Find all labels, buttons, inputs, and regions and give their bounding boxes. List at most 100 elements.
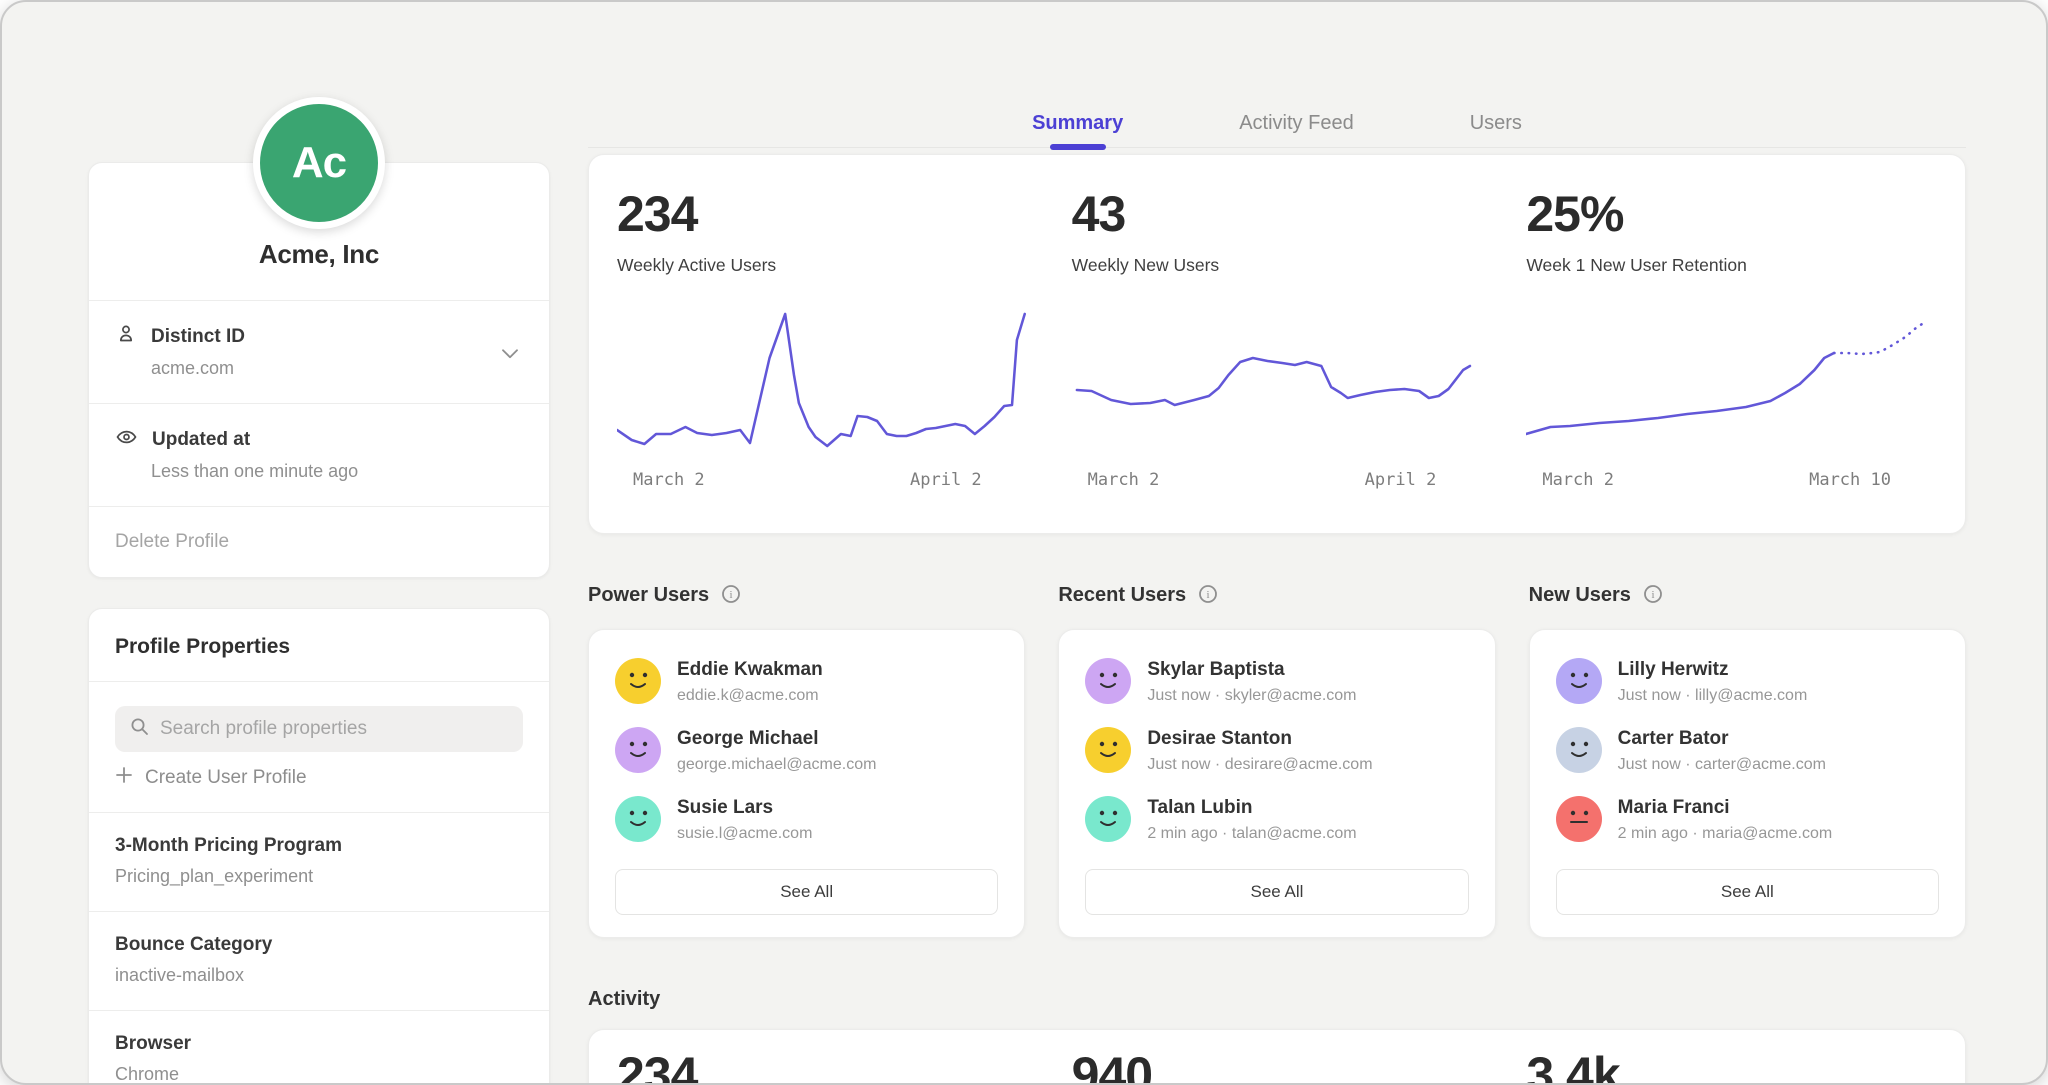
stat-label: Weekly New Users xyxy=(1072,255,1483,276)
new-users-heading: New Users i xyxy=(1529,584,1966,607)
eye-icon xyxy=(115,426,138,453)
property-row: Bounce Category inactive-mailbox xyxy=(89,912,549,1010)
power-users-see-all-button[interactable]: See All xyxy=(615,869,998,915)
x-axis-end: March 10 xyxy=(1809,470,1891,490)
tab-activity-feed[interactable]: Activity Feed xyxy=(1237,112,1355,135)
property-label: Browser xyxy=(115,1033,523,1055)
power-users-info-button[interactable]: i xyxy=(721,584,741,607)
profile-properties-search-input[interactable] xyxy=(160,718,509,740)
distinct-id-expand-button[interactable] xyxy=(495,341,525,368)
avatar xyxy=(615,727,661,773)
recent-users-see-all-button[interactable]: See All xyxy=(1085,869,1468,915)
active-tab-underline xyxy=(1050,144,1106,150)
new-users-info-button[interactable]: i xyxy=(1643,584,1663,607)
stat-label: Week 1 New User Retention xyxy=(1526,255,1937,276)
avatar xyxy=(615,658,661,704)
avatar-face-icon xyxy=(1556,794,1602,845)
tab-summary[interactable]: Summary xyxy=(1030,112,1125,135)
user-name: Susie Lars xyxy=(677,796,812,819)
week1-retention-sparkline xyxy=(1526,300,1937,460)
new-users-title: New Users xyxy=(1529,584,1631,607)
updated-at-row: Updated at Less than one minute ago xyxy=(89,404,549,506)
svg-text:i: i xyxy=(1651,589,1654,601)
user-subtitle: eddie.k@acme.com xyxy=(677,687,823,705)
property-value: Pricing_plan_experiment xyxy=(115,866,523,887)
user-name: Lilly Herwitz xyxy=(1618,658,1808,681)
list-item[interactable]: Talan Lubin 2 min ago · talan@acme.com xyxy=(1085,796,1468,843)
app-window: Ac Acme, Inc Distinct ID acme.com xyxy=(0,0,2048,1085)
activity-stats-card: 234 940 3.4k xyxy=(588,1029,1966,1085)
tab-summary-label: Summary xyxy=(1032,112,1123,134)
list-item[interactable]: Maria Franci 2 min ago · maria@acme.com xyxy=(1556,796,1939,843)
svg-text:i: i xyxy=(730,589,733,601)
recent-users-heading: Recent Users i xyxy=(1058,584,1495,607)
chevron-down-icon xyxy=(501,347,519,362)
stat-value: 25% xyxy=(1526,185,1937,243)
avatar xyxy=(1556,796,1602,842)
user-name: Carter Bator xyxy=(1618,727,1826,750)
list-item[interactable]: Desirae Stanton Just now · desirare@acme… xyxy=(1085,727,1468,774)
activity-stat-value: 3.4k xyxy=(1526,1046,1937,1085)
avatar-face-icon xyxy=(1556,725,1602,776)
updated-at-value: Less than one minute ago xyxy=(151,461,523,482)
user-name: Talan Lubin xyxy=(1147,796,1356,819)
plus-icon xyxy=(115,766,133,790)
activity-stat-value: 234 xyxy=(617,1046,1028,1085)
user-list-headings: Power Users i Recent Users i New Users i xyxy=(588,584,1966,607)
updated-at-label: Updated at xyxy=(152,429,250,451)
new-users-card: Lilly Herwitz Just now · lilly@acme.com … xyxy=(1529,629,1966,938)
company-profile-card: Ac Acme, Inc Distinct ID acme.com xyxy=(88,162,550,578)
list-item[interactable]: Carter Bator Just now · carter@acme.com xyxy=(1556,727,1939,774)
user-subtitle: Just now · skyler@acme.com xyxy=(1147,687,1356,705)
recent-users-card: Skylar Baptista Just now · skyler@acme.c… xyxy=(1058,629,1495,938)
avatar-face-icon xyxy=(615,794,661,845)
property-row: Browser Chrome xyxy=(89,1011,549,1085)
avatar-face-icon xyxy=(615,725,661,776)
tab-users-label: Users xyxy=(1470,112,1522,134)
profile-properties-card: Profile Properties Create User Profile 3… xyxy=(88,608,550,1085)
user-subtitle: Just now · desirare@acme.com xyxy=(1147,756,1372,774)
info-icon: i xyxy=(1643,584,1663,607)
distinct-id-value: acme.com xyxy=(151,358,523,379)
new-users-see-all-button[interactable]: See All xyxy=(1556,869,1939,915)
list-item[interactable]: Eddie Kwakman eddie.k@acme.com xyxy=(615,658,998,705)
user-list-cards: Eddie Kwakman eddie.k@acme.com George Mi… xyxy=(588,629,1966,938)
recent-users-info-button[interactable]: i xyxy=(1198,584,1218,607)
delete-profile-button[interactable]: Delete Profile xyxy=(89,507,549,577)
avatar xyxy=(1556,658,1602,704)
avatar-face-icon xyxy=(1556,656,1602,707)
avatar-face-icon xyxy=(1085,725,1131,776)
list-item[interactable]: Susie Lars susie.l@acme.com xyxy=(615,796,998,843)
x-axis-start: March 2 xyxy=(1088,470,1160,490)
x-axis-start: March 2 xyxy=(633,470,705,490)
create-user-profile-button[interactable]: Create User Profile xyxy=(115,766,523,790)
company-avatar: Ac xyxy=(253,97,385,229)
info-icon: i xyxy=(721,584,741,607)
avatar-face-icon xyxy=(1085,656,1131,707)
weekly-new-users-sparkline xyxy=(1072,300,1483,460)
list-item[interactable]: George Michael george.michael@acme.com xyxy=(615,727,998,774)
property-value: inactive-mailbox xyxy=(115,965,523,986)
avatar xyxy=(1085,658,1131,704)
tab-users[interactable]: Users xyxy=(1468,112,1524,135)
user-subtitle: Just now · lilly@acme.com xyxy=(1618,687,1808,705)
weekly-active-users-sparkline xyxy=(617,300,1028,460)
property-row: 3-Month Pricing Program Pricing_plan_exp… xyxy=(89,813,549,911)
activity-section-title: Activity xyxy=(588,988,1966,1011)
property-value: Chrome xyxy=(115,1064,523,1085)
list-item[interactable]: Lilly Herwitz Just now · lilly@acme.com xyxy=(1556,658,1939,705)
stat-week1-retention: 25% Week 1 New User Retention March 2 Ma… xyxy=(1526,185,1937,509)
main-content: Summary Activity Feed Users 234 Weekly A… xyxy=(588,2,1966,1083)
tab-activity-feed-label: Activity Feed xyxy=(1239,112,1353,134)
list-item[interactable]: Skylar Baptista Just now · skyler@acme.c… xyxy=(1085,658,1468,705)
power-users-heading: Power Users i xyxy=(588,584,1025,607)
profile-sidebar: Ac Acme, Inc Distinct ID acme.com xyxy=(88,2,550,1083)
user-subtitle: susie.l@acme.com xyxy=(677,825,812,843)
avatar xyxy=(615,796,661,842)
search-icon xyxy=(129,716,150,742)
x-axis-end: April 2 xyxy=(1365,470,1437,490)
x-axis-labels: March 2 March 10 xyxy=(1526,460,1937,490)
x-axis-start: March 2 xyxy=(1542,470,1614,490)
user-subtitle: Just now · carter@acme.com xyxy=(1618,756,1826,774)
user-subtitle: 2 min ago · talan@acme.com xyxy=(1147,825,1356,843)
